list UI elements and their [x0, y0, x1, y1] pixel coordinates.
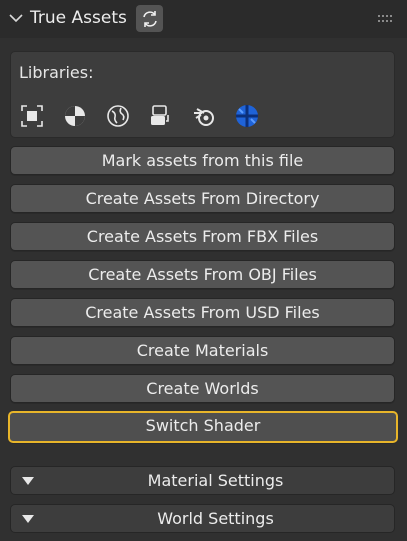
refresh-icon — [142, 10, 157, 27]
chevron-down-icon[interactable] — [9, 13, 23, 23]
create-assets-from-fbx-button[interactable]: Create Assets From FBX Files — [10, 222, 395, 251]
material-settings-label: Material Settings — [147, 471, 284, 490]
world-globe-icon[interactable] — [106, 104, 130, 128]
globe-blue-icon[interactable] — [235, 104, 259, 128]
frame-select-icon[interactable] — [20, 104, 44, 128]
file-import-icon[interactable] — [149, 104, 173, 128]
create-assets-from-directory-button[interactable]: Create Assets From Directory — [10, 184, 395, 213]
material-settings-subpanel[interactable]: Material Settings — [10, 466, 395, 495]
blender-logo-icon[interactable] — [192, 104, 216, 128]
panel-title: True Assets — [30, 8, 127, 28]
world-settings-subpanel[interactable]: World Settings — [10, 504, 395, 533]
create-materials-button[interactable]: Create Materials — [10, 336, 395, 365]
refresh-button[interactable] — [136, 5, 163, 32]
mark-assets-button[interactable]: Mark assets from this file — [10, 146, 395, 175]
world-settings-label: World Settings — [157, 509, 274, 528]
drag-handle-icon[interactable] — [378, 15, 394, 23]
create-assets-from-obj-button[interactable]: Create Assets From OBJ Files — [10, 260, 395, 289]
libraries-label: Libraries: — [19, 63, 94, 82]
panel-header[interactable]: True Assets — [0, 0, 407, 38]
create-worlds-button[interactable]: Create Worlds — [10, 374, 395, 403]
material-sphere-icon[interactable] — [63, 104, 87, 128]
create-assets-from-usd-button[interactable]: Create Assets From USD Files — [10, 298, 395, 327]
libraries-box: Libraries: — [10, 51, 395, 138]
switch-shader-button[interactable]: Switch Shader — [8, 411, 398, 443]
